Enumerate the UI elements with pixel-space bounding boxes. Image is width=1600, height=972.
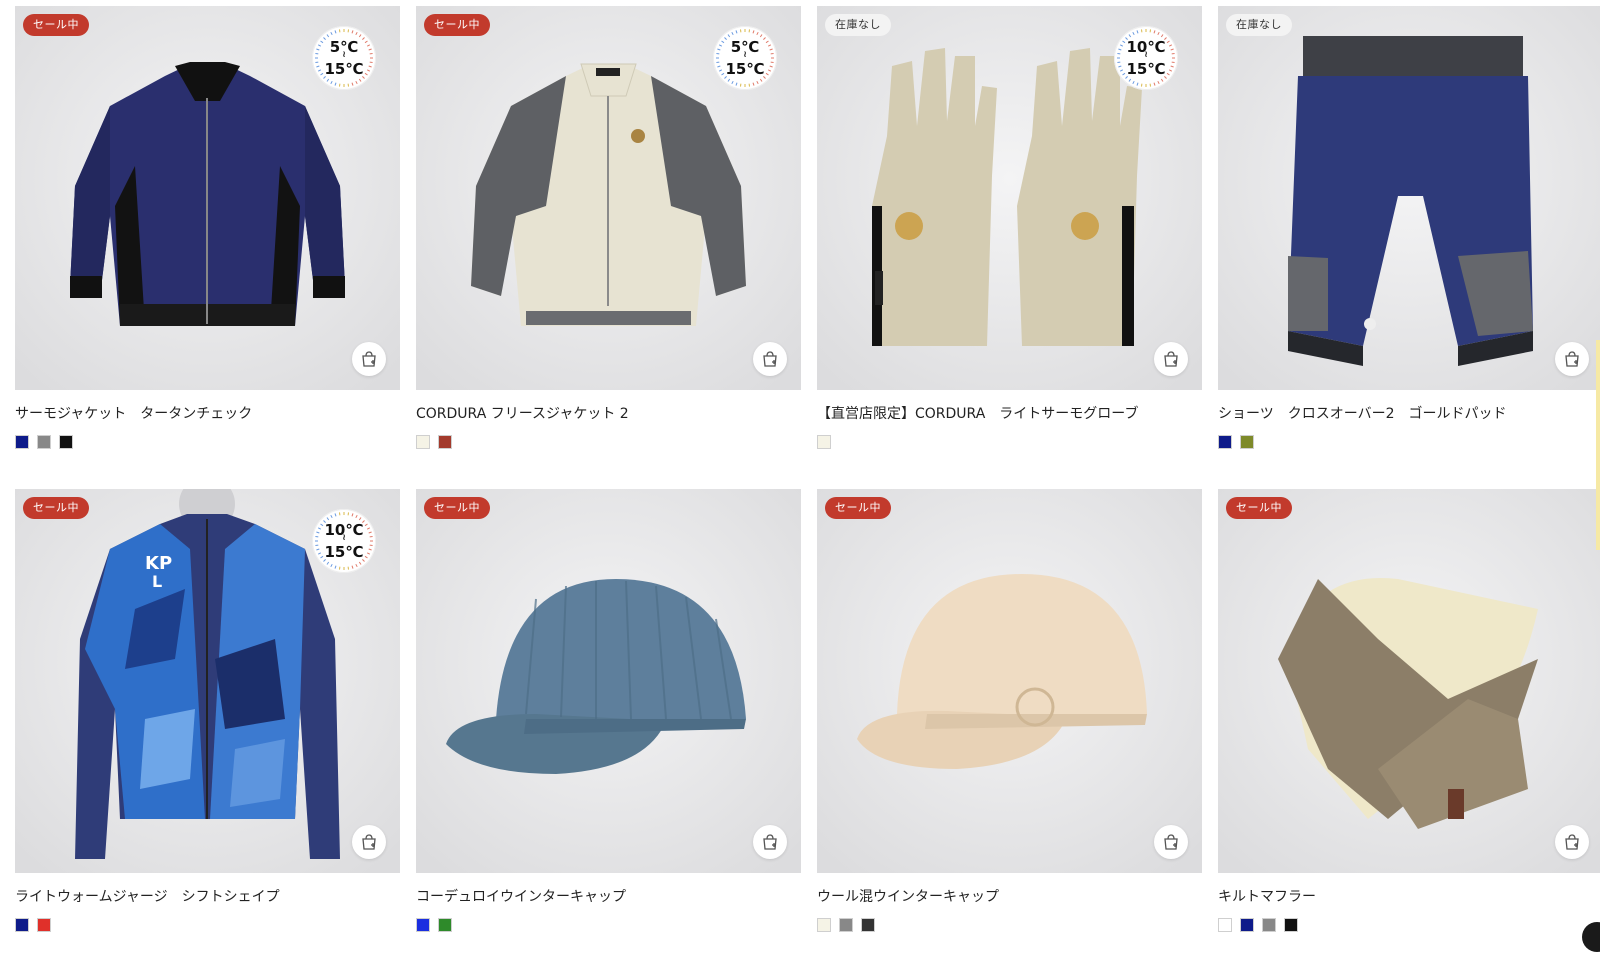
color-swatches <box>15 918 400 932</box>
temp-separator: ≀ <box>312 51 376 60</box>
temperature-range-badge: 10℃≀15℃ <box>1114 26 1178 90</box>
product-image[interactable]: 在庫なし 10℃≀15℃ <box>817 6 1202 390</box>
color-swatch[interactable] <box>438 435 452 449</box>
temp-separator: ≀ <box>1114 51 1178 60</box>
product-card[interactable]: セール中コーデュロイウインターキャップ <box>416 489 801 972</box>
color-swatch[interactable] <box>416 435 430 449</box>
product-photo[interactable] <box>1218 489 1600 873</box>
color-swatch[interactable] <box>817 435 831 449</box>
add-to-cart-button[interactable] <box>753 342 787 376</box>
color-swatches <box>416 918 801 932</box>
product-image[interactable]: セール中 <box>416 489 801 873</box>
color-swatch[interactable] <box>839 918 853 932</box>
product-image[interactable]: セール中 5℃≀15℃ <box>15 6 400 390</box>
sale-badge: セール中 <box>825 497 891 519</box>
temp-low-label: 15℃ <box>312 60 376 78</box>
scrollbar[interactable] <box>1596 340 1600 550</box>
product-card[interactable]: セール中ウール混ウインターキャップ <box>817 489 1202 972</box>
temp-separator: ≀ <box>312 534 376 543</box>
product-name[interactable]: キルトマフラー <box>1218 886 1600 904</box>
temperature-range-badge: 5℃≀15℃ <box>312 26 376 90</box>
add-to-cart-button[interactable] <box>753 825 787 859</box>
product-card[interactable]: セール中キルトマフラー <box>1218 489 1600 972</box>
color-swatch[interactable] <box>817 918 831 932</box>
product-card[interactable]: セール中 5℃≀15℃ CORDURA フリースジャケット 2 <box>416 6 801 489</box>
product-name[interactable]: ウール混ウインターキャップ <box>817 886 1202 904</box>
color-swatch[interactable] <box>15 918 29 932</box>
product-grid: セール中5℃≀15℃サーモジャケット タータンチェックセール中5℃≀15℃COR… <box>15 6 1600 972</box>
color-swatch[interactable] <box>1218 918 1232 932</box>
product-name[interactable]: ショーツ クロスオーバー2 ゴールドパッド <box>1218 403 1600 421</box>
product-card[interactable]: KPL セール中 10℃≀15℃ ライトウォームジャージ シフトシェイプ <box>15 489 400 972</box>
product-image[interactable]: セール中 <box>817 489 1202 873</box>
sale-badge: セール中 <box>23 497 89 519</box>
svg-text:KP: KP <box>145 553 172 574</box>
color-swatch[interactable] <box>37 918 51 932</box>
color-swatches <box>416 435 801 449</box>
product-photo[interactable] <box>416 489 801 873</box>
add-to-cart-button[interactable] <box>1154 825 1188 859</box>
color-swatch[interactable] <box>416 918 430 932</box>
product-image[interactable]: 在庫なし <box>1218 6 1600 390</box>
color-swatch[interactable] <box>1284 918 1298 932</box>
color-swatch[interactable] <box>15 435 29 449</box>
product-image[interactable]: KPL セール中 10℃≀15℃ <box>15 489 400 873</box>
add-to-cart-button[interactable] <box>1555 825 1589 859</box>
sale-badge: セール中 <box>424 497 490 519</box>
temperature-range-badge: 5℃≀15℃ <box>713 26 777 90</box>
add-to-cart-button[interactable] <box>1555 342 1589 376</box>
temp-low-label: 15℃ <box>713 60 777 78</box>
product-name[interactable]: サーモジャケット タータンチェック <box>15 403 400 421</box>
color-swatches <box>1218 918 1600 932</box>
sale-badge: セール中 <box>23 14 89 36</box>
product-card[interactable]: 在庫なしショーツ クロスオーバー2 ゴールドパッド <box>1218 6 1600 489</box>
product-photo[interactable] <box>1218 6 1600 390</box>
product-name[interactable]: ライトウォームジャージ シフトシェイプ <box>15 886 400 904</box>
color-swatch[interactable] <box>1218 435 1232 449</box>
product-photo[interactable] <box>817 489 1202 873</box>
product-card[interactable]: 在庫なし 10℃≀15℃ 【直営店限定】CORDURA ライトサーモグローブ <box>817 6 1202 489</box>
color-swatch[interactable] <box>438 918 452 932</box>
color-swatches <box>1218 435 1600 449</box>
svg-text:L: L <box>152 572 162 591</box>
temp-low-label: 15℃ <box>1114 60 1178 78</box>
product-image[interactable]: セール中 5℃≀15℃ <box>416 6 801 390</box>
add-to-cart-button[interactable] <box>352 825 386 859</box>
color-swatch[interactable] <box>59 435 73 449</box>
temperature-range-badge: 10℃≀15℃ <box>312 509 376 573</box>
product-card[interactable]: セール中 5℃≀15℃ サーモジャケット タータンチェック <box>15 6 400 489</box>
color-swatch[interactable] <box>861 918 875 932</box>
add-to-cart-button[interactable] <box>1154 342 1188 376</box>
color-swatch[interactable] <box>1240 435 1254 449</box>
product-name[interactable]: コーデュロイウインターキャップ <box>416 886 801 904</box>
color-swatch[interactable] <box>1262 918 1276 932</box>
out-of-stock-badge: 在庫なし <box>1226 14 1292 36</box>
product-name[interactable]: CORDURA フリースジャケット 2 <box>416 403 801 421</box>
out-of-stock-badge: 在庫なし <box>825 14 891 36</box>
color-swatch[interactable] <box>1240 918 1254 932</box>
color-swatches <box>817 435 1202 449</box>
product-name[interactable]: 【直営店限定】CORDURA ライトサーモグローブ <box>817 403 1202 421</box>
add-to-cart-button[interactable] <box>352 342 386 376</box>
color-swatches <box>817 918 1202 932</box>
sale-badge: セール中 <box>424 14 490 36</box>
sale-badge: セール中 <box>1226 497 1292 519</box>
temp-separator: ≀ <box>713 51 777 60</box>
product-image[interactable]: セール中 <box>1218 489 1600 873</box>
color-swatch[interactable] <box>37 435 51 449</box>
color-swatches <box>15 435 400 449</box>
temp-low-label: 15℃ <box>312 543 376 561</box>
